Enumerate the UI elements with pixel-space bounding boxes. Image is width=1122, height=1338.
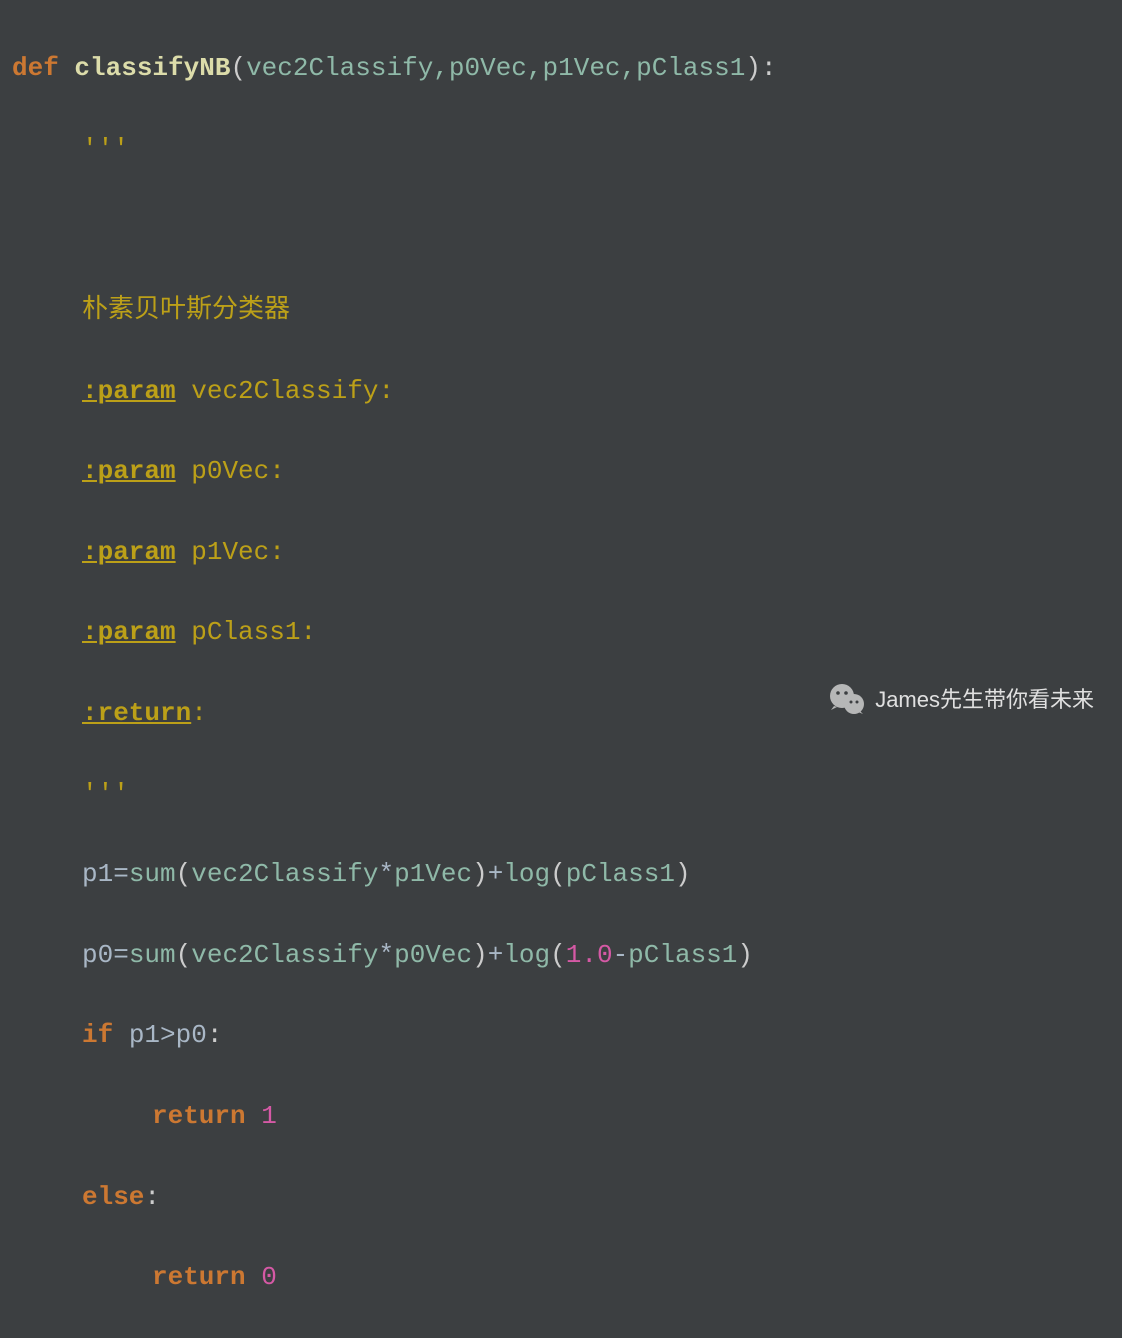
paren-close: )	[472, 940, 488, 970]
keyword-else: else	[82, 1182, 144, 1212]
var-p0: p0	[82, 940, 113, 970]
literal-int: 1	[261, 1101, 277, 1131]
op-mul: *	[378, 859, 394, 889]
doc-param-tag: :param	[82, 617, 176, 647]
colon: :	[761, 53, 777, 83]
op-gt: >	[160, 1020, 176, 1050]
paren-open: (	[550, 940, 566, 970]
op-plus: +	[488, 940, 504, 970]
code-line: '''	[12, 774, 1110, 814]
code-line: return 0	[12, 1257, 1110, 1297]
fn-log: log	[503, 940, 550, 970]
var-vec2classify: vec2Classify	[191, 859, 378, 889]
var-pclass1: pClass1	[628, 940, 737, 970]
var-p1vec: p1Vec	[394, 859, 472, 889]
code-line: def classifyNB(vec2Classify,p0Vec,p1Vec,…	[12, 48, 1110, 88]
colon: :	[191, 698, 207, 728]
keyword-return: return	[152, 1262, 246, 1292]
op-assign: =	[113, 940, 129, 970]
paren-close: )	[472, 859, 488, 889]
keyword-return: return	[152, 1101, 246, 1131]
var-p1: p1	[129, 1020, 160, 1050]
code-line: :param pClass1:	[12, 612, 1110, 652]
doc-param-name: p1Vec:	[191, 537, 285, 567]
docstring-open: '''	[82, 134, 129, 164]
paren-open: (	[230, 53, 246, 83]
op-assign: =	[113, 859, 129, 889]
doc-param-tag: :param	[82, 456, 176, 486]
code-line	[12, 209, 1110, 249]
code-line: :param vec2Classify:	[12, 371, 1110, 411]
keyword-if: if	[82, 1020, 113, 1050]
var-p0: p0	[176, 1020, 207, 1050]
doc-param-name: p0Vec:	[191, 456, 285, 486]
watermark: James先生带你看未来	[827, 680, 1094, 720]
code-line: p1=sum(vec2Classify*p1Vec)+log(pClass1)	[12, 854, 1110, 894]
var-pclass1: pClass1	[566, 859, 675, 889]
code-line: 朴素贝叶斯分类器	[12, 290, 1110, 330]
doc-param-tag: :param	[82, 537, 176, 567]
paren-close: )	[745, 53, 761, 83]
fn-sum: sum	[129, 940, 176, 970]
fn-sum: sum	[129, 859, 176, 889]
watermark-text: James先生带你看未来	[875, 683, 1094, 717]
doc-return-tag: :return	[82, 698, 191, 728]
paren-close: )	[737, 940, 753, 970]
paren-open: (	[176, 940, 192, 970]
code-line: :param p0Vec:	[12, 451, 1110, 491]
wechat-icon	[827, 680, 867, 720]
code-line: else:	[12, 1177, 1110, 1217]
paren-open: (	[550, 859, 566, 889]
var-p0vec: p0Vec	[394, 940, 472, 970]
doc-param-tag: :param	[82, 376, 176, 406]
doc-title: 朴素贝叶斯分类器	[82, 295, 290, 325]
doc-param-name: pClass1:	[191, 617, 316, 647]
paren-open: (	[176, 859, 192, 889]
literal-float: 1.0	[566, 940, 613, 970]
code-line: return 1	[12, 1096, 1110, 1136]
paren-close: )	[675, 859, 691, 889]
colon: :	[144, 1182, 160, 1212]
doc-param-name: vec2Classify:	[191, 376, 394, 406]
var-vec2classify: vec2Classify	[191, 940, 378, 970]
op-minus: -	[613, 940, 629, 970]
code-block: def classifyNB(vec2Classify,p0Vec,p1Vec,…	[12, 8, 1110, 1338]
var-p1: p1	[82, 859, 113, 889]
function-name: classifyNB	[74, 53, 230, 83]
op-mul: *	[378, 940, 394, 970]
op-plus: +	[488, 859, 504, 889]
literal-int: 0	[261, 1262, 277, 1292]
docstring-close: '''	[82, 779, 129, 809]
fn-log: log	[503, 859, 550, 889]
code-line: :param p1Vec:	[12, 532, 1110, 572]
params: vec2Classify,p0Vec,p1Vec,pClass1	[246, 53, 745, 83]
code-line: p0=sum(vec2Classify*p0Vec)+log(1.0-pClas…	[12, 935, 1110, 975]
keyword-def: def	[12, 53, 59, 83]
code-line: if p1>p0:	[12, 1015, 1110, 1055]
code-line: '''	[12, 129, 1110, 169]
colon: :	[207, 1020, 223, 1050]
